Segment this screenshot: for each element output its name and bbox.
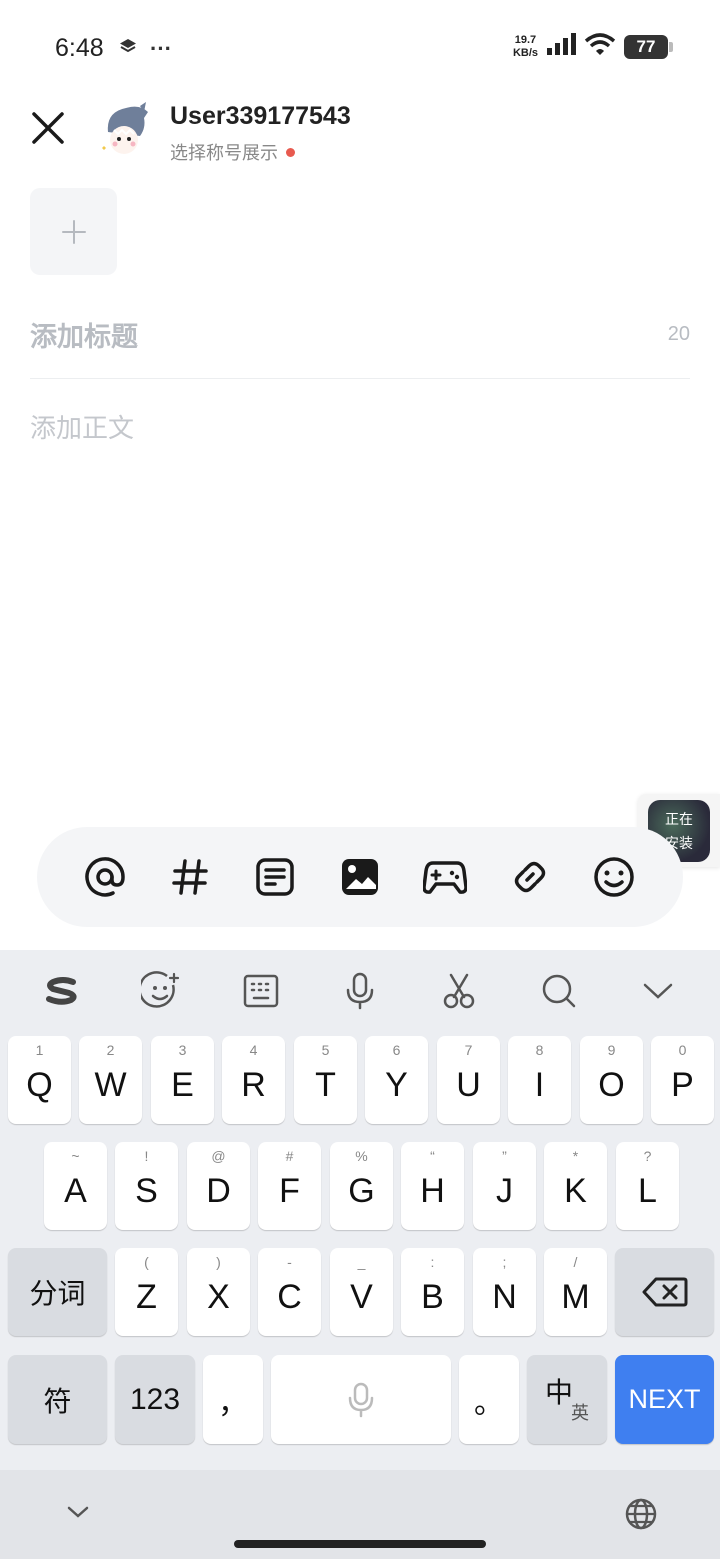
scissors-icon	[444, 973, 475, 1009]
title-select-label: 选择称号展示	[170, 143, 278, 163]
key-z[interactable]: (Z	[115, 1248, 178, 1336]
symbol-key[interactable]: 符	[8, 1355, 107, 1444]
username: User339177543	[170, 102, 351, 130]
key-v[interactable]: _ V	[330, 1248, 393, 1336]
add-media-button[interactable]	[30, 188, 117, 275]
signal-icon	[546, 32, 576, 61]
key-g[interactable]: % G	[330, 1142, 393, 1230]
key-x[interactable]: ) X	[187, 1248, 250, 1336]
more-notifications-icon: ···	[150, 36, 172, 61]
status-time: 6:48	[55, 34, 104, 62]
status-bar: 6:48 ··· 19.7 KB/s 77	[0, 0, 720, 96]
key-t[interactable]: 5T	[294, 1036, 357, 1124]
key-k[interactable]: * K	[544, 1142, 607, 1230]
key-s[interactable]: ! S	[115, 1142, 178, 1230]
divider	[30, 378, 690, 379]
ime-logo-button[interactable]	[40, 969, 84, 1013]
emoji-icon	[594, 857, 635, 897]
key-b[interactable]: :B	[401, 1248, 464, 1336]
layers-icon	[118, 37, 138, 62]
key-j[interactable]: ” J	[473, 1142, 536, 1230]
key-y[interactable]: 6Y	[365, 1036, 428, 1124]
mention-button[interactable]	[81, 853, 129, 901]
key-u[interactable]: 7U	[437, 1036, 500, 1124]
collapse-keyboard-button[interactable]	[636, 969, 680, 1013]
key-p[interactable]: 0P	[651, 1036, 714, 1124]
language-switch-key[interactable]: 中 英	[527, 1355, 607, 1444]
installing-label-line1: 正在	[665, 810, 693, 827]
keyboard-icon	[243, 974, 278, 1008]
clipboard-button[interactable]	[437, 969, 481, 1013]
wifi-icon	[584, 32, 616, 61]
note-button[interactable]	[251, 853, 299, 901]
sogou-logo-icon	[45, 977, 77, 1005]
key-n[interactable]: ; N	[473, 1248, 536, 1336]
voice-input-button[interactable]	[338, 969, 382, 1013]
key-w[interactable]: 2W	[79, 1036, 142, 1124]
globe-icon	[625, 1498, 657, 1530]
key-m[interactable]: / M	[544, 1248, 607, 1336]
key-f[interactable]: # F	[258, 1142, 321, 1230]
title-select-link[interactable]: 选择称号展示	[170, 139, 295, 165]
battery-icon: 77	[624, 34, 673, 59]
next-key[interactable]: NEXT	[615, 1355, 714, 1444]
gamepad-icon	[422, 861, 467, 894]
close-button[interactable]	[28, 108, 68, 148]
key-o[interactable]: 9O	[580, 1036, 643, 1124]
notification-dot	[286, 147, 295, 157]
key-q[interactable]: 1Q	[8, 1036, 71, 1124]
body-input[interactable]: 添加正文	[30, 408, 134, 445]
game-button[interactable]	[421, 853, 469, 901]
image-icon	[341, 859, 378, 895]
hashtag-icon	[172, 859, 209, 895]
key-a[interactable]: ~ A	[44, 1142, 107, 1230]
emoji-sparkle-icon	[141, 971, 180, 1008]
link-button[interactable]	[506, 853, 554, 901]
microphone-icon	[348, 1382, 374, 1417]
key-i[interactable]: 8I	[508, 1036, 571, 1124]
key-r[interactable]: 4R	[222, 1036, 285, 1124]
key-h[interactable]: “H	[401, 1142, 464, 1230]
segment-key[interactable]: 分词	[8, 1248, 107, 1336]
avatar[interactable]	[100, 102, 152, 158]
home-indicator[interactable]	[234, 1540, 486, 1548]
chevron-down-icon	[67, 1506, 89, 1518]
language-globe-button[interactable]	[624, 1497, 658, 1536]
link-icon	[514, 861, 545, 893]
hashtag-button[interactable]	[166, 853, 214, 901]
note-icon	[256, 858, 294, 896]
comma-key[interactable]: ，	[203, 1355, 263, 1444]
mention-icon	[85, 857, 126, 897]
title-char-counter: 20	[667, 323, 690, 345]
keyboard-toolbar	[0, 950, 720, 1032]
hide-keyboard-button[interactable]	[66, 1504, 90, 1525]
editor-toolbar	[37, 827, 683, 927]
chevron-down-icon	[643, 983, 673, 999]
backspace-key[interactable]	[615, 1248, 714, 1336]
backspace-icon	[642, 1277, 687, 1307]
key-e[interactable]: 3E	[151, 1036, 214, 1124]
microphone-icon	[346, 972, 374, 1010]
network-speed: 19.7 KB/s	[512, 33, 538, 59]
keyboard: 1Q 2W 3E 4R 5T 6Y 7U 8I 9O 0P ~ A ! S @ D #…	[0, 950, 720, 1559]
key-l[interactable]: ? L	[616, 1142, 679, 1230]
key-d[interactable]: @ D	[187, 1142, 250, 1230]
image-button[interactable]	[336, 853, 384, 901]
period-key[interactable]: 。	[459, 1355, 519, 1444]
search-icon	[542, 974, 576, 1008]
keyboard-search-button[interactable]	[537, 969, 581, 1013]
title-input[interactable]: 添加标题	[30, 315, 650, 354]
key-c[interactable]: -C	[258, 1248, 321, 1336]
number-key[interactable]: 123	[115, 1355, 195, 1444]
plus-icon	[61, 219, 86, 244]
close-icon	[32, 112, 64, 144]
space-key[interactable]	[271, 1355, 451, 1444]
keyboard-emoji-button[interactable]	[139, 969, 183, 1013]
keyboard-layout-button[interactable]	[239, 969, 283, 1013]
emoji-button[interactable]	[590, 853, 638, 901]
